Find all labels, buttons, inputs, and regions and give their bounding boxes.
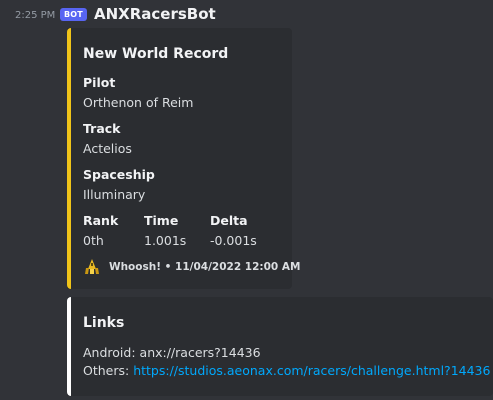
field-name-time: Time xyxy=(144,213,179,228)
ship-icon xyxy=(85,259,99,274)
field-name-track: Track xyxy=(83,121,121,136)
field-name-delta: Delta xyxy=(210,213,248,228)
android-label: Android: xyxy=(83,345,136,360)
message-timestamp: 2:25 PM xyxy=(15,10,56,21)
others-label: Others: xyxy=(83,363,130,378)
username[interactable]: ANXRacersBot xyxy=(94,5,216,24)
field-name-pilot: Pilot xyxy=(83,75,116,90)
field-name-rank: Rank xyxy=(83,213,119,228)
field-name-spaceship: Spaceship xyxy=(83,167,155,182)
challenge-link[interactable]: https://studios.aeonax.com/racers/challe… xyxy=(133,363,490,378)
embed-title: New World Record xyxy=(83,46,229,62)
world-record-embed: New World Record Pilot Orthenon of Reim … xyxy=(67,28,300,289)
field-value-rank: 0th xyxy=(83,233,104,248)
field-value-delta: -0.001s xyxy=(210,233,257,248)
field-value-pilot: Orthenon of Reim xyxy=(83,95,194,110)
field-value-time: 1.001s xyxy=(144,233,187,248)
embed-accent-bar xyxy=(67,297,71,396)
embed-accent-bar xyxy=(67,28,71,289)
bot-message: 2:25 PM BOT ANXRacersBot New World Recor… xyxy=(0,0,493,400)
links-title: Links xyxy=(83,315,125,331)
bot-badge: BOT xyxy=(60,8,87,21)
footer-text: Whoosh! • 11/04/2022 12:00 AM xyxy=(109,261,301,273)
links-embed: Links Android: anx://racers?14436 Others… xyxy=(67,297,493,396)
android-link-line: Android: anx://racers?14436 xyxy=(83,345,261,360)
embed-footer: Whoosh! • 11/04/2022 12:00 AM xyxy=(83,258,300,276)
others-link-line: Others: https://studios.aeonax.com/racer… xyxy=(83,363,490,378)
field-value-track: Actelios xyxy=(83,141,132,156)
android-value: anx://racers?14436 xyxy=(139,345,261,360)
field-value-spaceship: Illuminary xyxy=(83,187,146,202)
